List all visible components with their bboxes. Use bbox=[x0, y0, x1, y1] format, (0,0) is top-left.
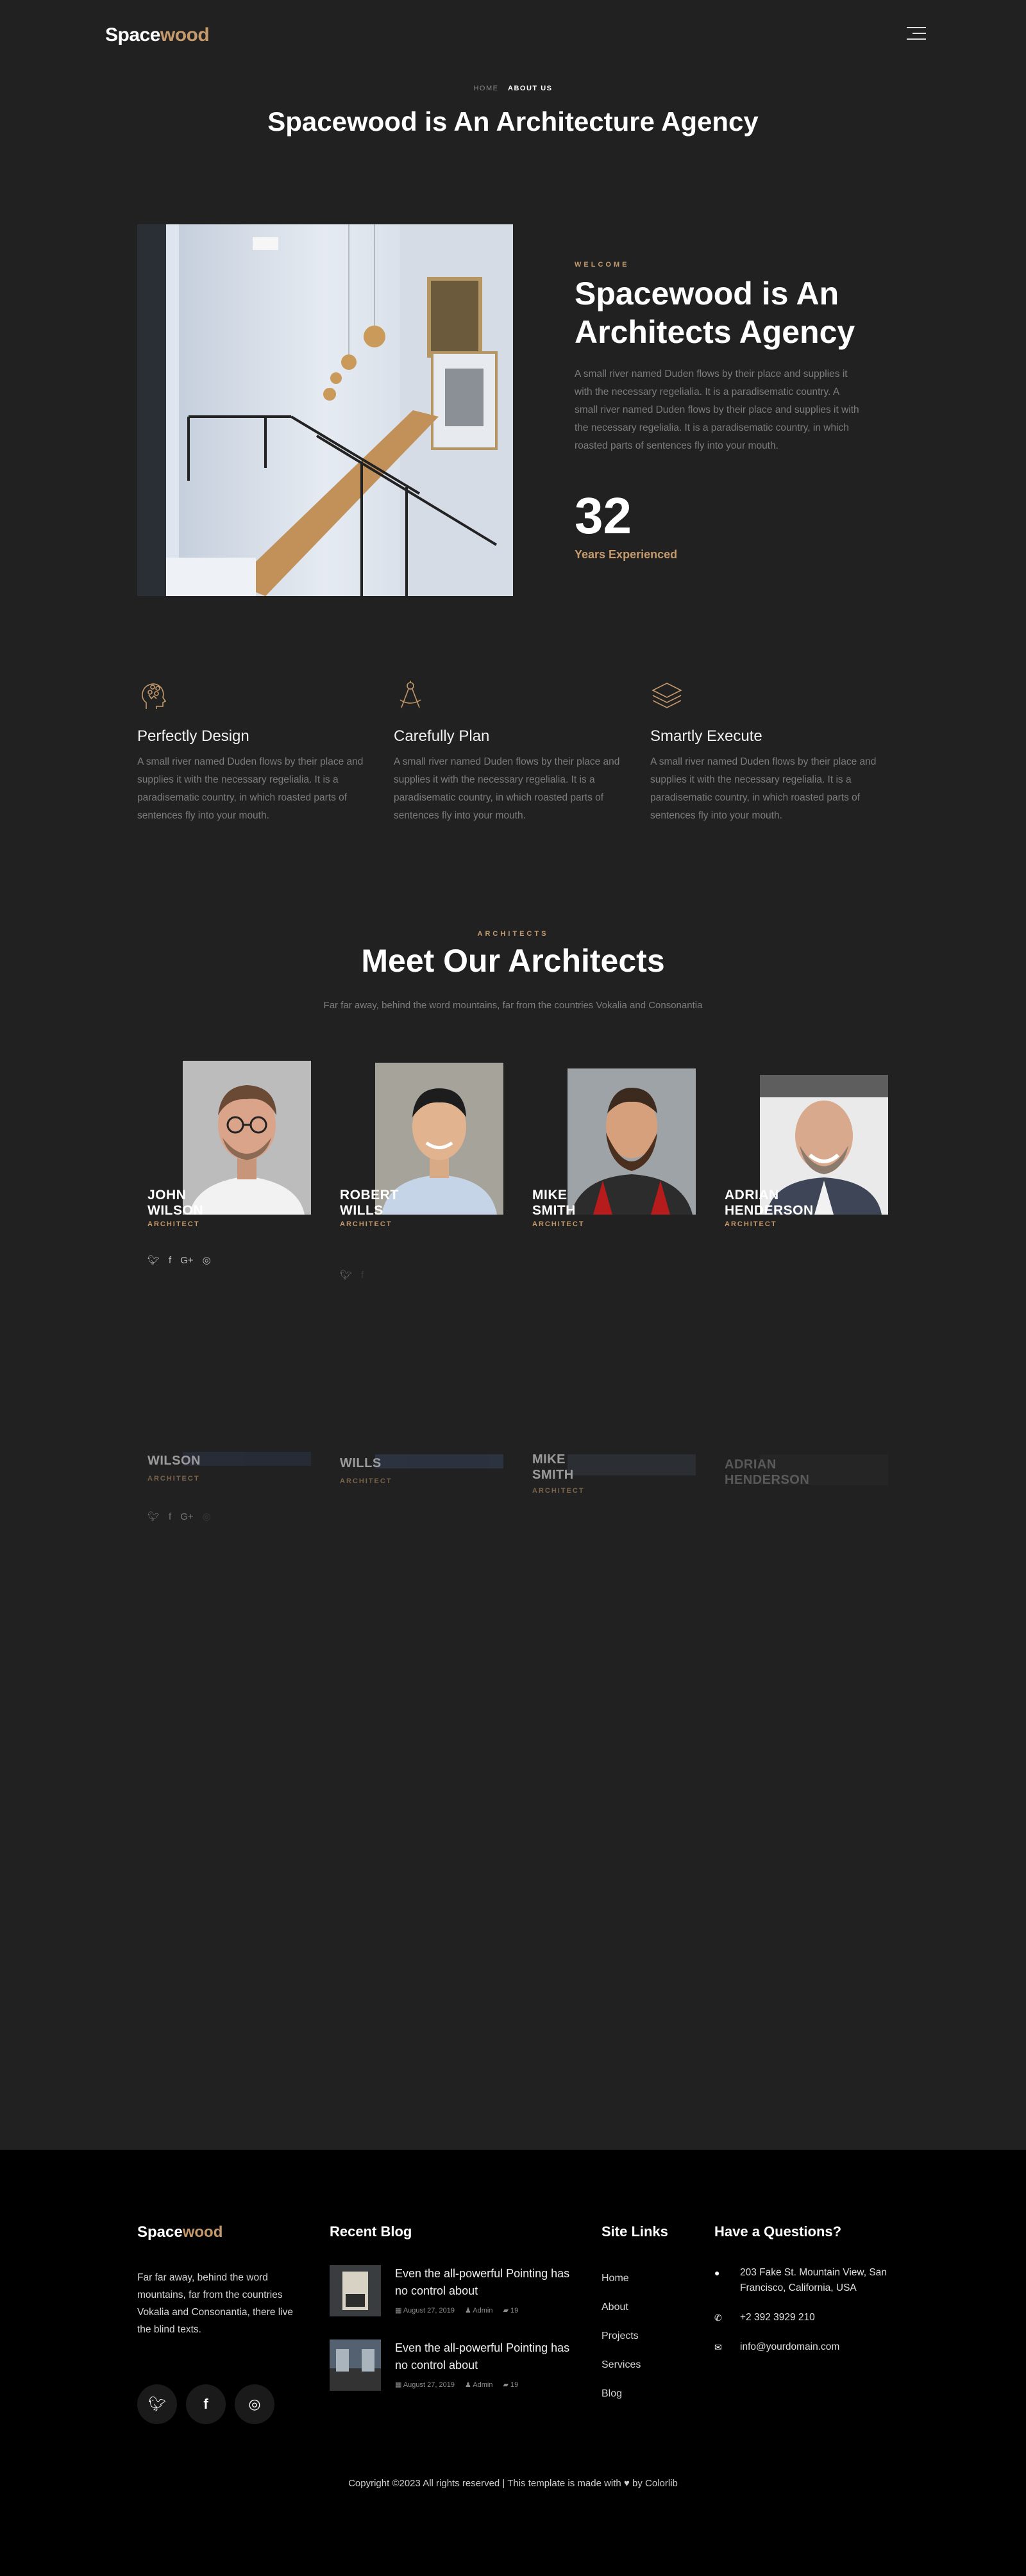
feature-title: Perfectly Design bbox=[137, 727, 249, 745]
architect-socials: 🐦︎ f bbox=[340, 1269, 364, 1281]
footer: Spacewood Far far away, behind the word … bbox=[0, 2150, 1026, 2576]
lightbulb-head-icon bbox=[142, 683, 167, 709]
architect-role: ARCHITECT bbox=[532, 1220, 585, 1228]
architect-role: ARCHITECT bbox=[725, 1220, 777, 1228]
about-eyebrow: WELCOME bbox=[575, 261, 630, 269]
blog-thumbnail[interactable] bbox=[330, 2339, 381, 2391]
logo-accent: wood bbox=[160, 24, 210, 46]
envelope-icon: ✉ bbox=[714, 2342, 722, 2352]
architect-name: JOHN WILSON bbox=[147, 1188, 203, 1218]
architect-socials: 🐦︎ f G+ ◎ bbox=[147, 1254, 211, 1267]
google-plus-icon[interactable]: G+ bbox=[180, 1255, 193, 1266]
architects-title: Meet Our Architects bbox=[361, 943, 665, 979]
architect-photo bbox=[568, 1068, 696, 1215]
footer-link-blog[interactable]: Blog bbox=[601, 2388, 641, 2417]
facebook-icon[interactable]: f bbox=[169, 1255, 171, 1266]
facebook-icon[interactable]: f bbox=[186, 2384, 226, 2424]
feature-title: Carefully Plan bbox=[394, 727, 490, 745]
architects-subtitle: Far far away, behind the word mountains,… bbox=[323, 1000, 703, 1011]
breadcrumb-home[interactable]: HOME bbox=[473, 85, 498, 92]
feature-plan: Carefully Plan A small river named Duden… bbox=[394, 679, 637, 825]
contact-phone[interactable]: ✆ +2 392 3929 210 bbox=[714, 2310, 894, 2325]
footer-link-services[interactable]: Services bbox=[601, 2359, 641, 2388]
user-icon: ♟ Admin bbox=[464, 2381, 493, 2389]
copyright: Copyright ©2023 All rights reserved | Th… bbox=[348, 2478, 678, 2489]
architect-role: ARCHITECT bbox=[340, 1220, 392, 1228]
site-links-list: Home About Projects Services Blog bbox=[601, 2273, 641, 2417]
hamburger-menu-icon[interactable] bbox=[907, 27, 926, 40]
page-title: Spacewood is An Architecture Agency bbox=[267, 106, 759, 137]
instagram-icon[interactable]: ◎ bbox=[235, 2384, 274, 2424]
blog-meta: ▦ August 27, 2019 ♟ Admin ▰ 19 bbox=[395, 2381, 573, 2389]
feature-design: Perfectly Design A small river named Dud… bbox=[137, 679, 381, 825]
architect-name: ADRIAN HENDERSON bbox=[725, 1188, 814, 1218]
heart-icon: ♥ bbox=[623, 2478, 630, 2489]
feature-text: A small river named Duden flows by their… bbox=[137, 756, 364, 821]
comment-icon: ▰ 19 bbox=[503, 2307, 519, 2314]
map-marker-icon: ● bbox=[714, 2268, 720, 2278]
blog-item[interactable]: Even the all-powerful Pointing has no co… bbox=[330, 2265, 573, 2316]
contact-block: ● 203 Fake St. Mountain View, San Franci… bbox=[714, 2265, 894, 2369]
site-logo[interactable]: Spacewood bbox=[105, 24, 210, 46]
contact-heading: Have a Questions? bbox=[714, 2223, 842, 2239]
facebook-icon[interactable]: f bbox=[361, 1270, 364, 1281]
feature-execute: Smartly Execute A small river named Dude… bbox=[650, 679, 894, 825]
architect-name: ROBERT WILLS bbox=[340, 1188, 399, 1218]
recent-blog-heading: Recent Blog bbox=[330, 2223, 412, 2239]
feature-title: Smartly Execute bbox=[650, 727, 762, 745]
footer-link-about[interactable]: About bbox=[601, 2302, 641, 2331]
footer-link-projects[interactable]: Projects bbox=[601, 2331, 641, 2359]
blog-item[interactable]: Even the all-powerful Pointing has no co… bbox=[330, 2339, 573, 2391]
architect-name: MIKE SMITH bbox=[532, 1188, 576, 1218]
architect-role: ARCHITECT bbox=[147, 1220, 200, 1228]
architects-ghost-row: WILSON ARCHITECT 🐦︎ f G+ ◎ WILLS ARCHITECT … bbox=[0, 1452, 1026, 1548]
logo-main: Space bbox=[105, 24, 160, 46]
feature-text: A small river named Duden flows by their… bbox=[650, 756, 877, 821]
years-number: 32 bbox=[575, 487, 632, 544]
footer-logo[interactable]: Spacewood bbox=[137, 2223, 223, 2241]
breadcrumb: HOME ABOUT US bbox=[0, 85, 1026, 92]
twitter-icon[interactable]: 🐦︎ bbox=[137, 2384, 177, 2424]
blog-title[interactable]: Even the all-powerful Pointing has no co… bbox=[395, 2339, 573, 2374]
compass-drafting-icon bbox=[399, 681, 421, 708]
blog-title[interactable]: Even the all-powerful Pointing has no co… bbox=[395, 2265, 573, 2300]
blog-thumbnail[interactable] bbox=[330, 2265, 381, 2316]
breadcrumb-current: ABOUT US bbox=[508, 85, 553, 92]
instagram-icon[interactable]: ◎ bbox=[203, 1254, 211, 1266]
calendar-icon: ▦ August 27, 2019 bbox=[395, 2381, 455, 2389]
architects-eyebrow: ARCHITECTS bbox=[477, 930, 549, 938]
site-links-heading: Site Links bbox=[601, 2223, 668, 2239]
user-icon: ♟ Admin bbox=[464, 2307, 493, 2314]
staircase-photo bbox=[137, 224, 513, 596]
years-label: Years Experienced bbox=[575, 548, 678, 561]
twitter-icon[interactable]: 🐦︎ bbox=[340, 1269, 352, 1281]
feature-text: A small river named Duden flows by their… bbox=[394, 756, 620, 821]
phone-icon: ✆ bbox=[714, 2313, 722, 2323]
footer-socials: 🐦︎ f ◎ bbox=[137, 2384, 274, 2424]
footer-link-home[interactable]: Home bbox=[601, 2273, 641, 2302]
about-title: Spacewood is An Architects Agency bbox=[575, 276, 855, 350]
contact-address: ● 203 Fake St. Mountain View, San Franci… bbox=[714, 2265, 894, 2296]
calendar-icon: ▦ August 27, 2019 bbox=[395, 2307, 455, 2314]
contact-email[interactable]: ✉ info@yourdomain.com bbox=[714, 2339, 894, 2355]
footer-about-text: Far far away, behind the word mountains,… bbox=[137, 2272, 293, 2335]
about-text: A small river named Duden flows by their… bbox=[575, 369, 859, 451]
blog-meta: ▦ August 27, 2019 ♟ Admin ▰ 19 bbox=[395, 2306, 573, 2314]
twitter-icon[interactable]: 🐦︎ bbox=[147, 1254, 160, 1266]
layers-icon bbox=[652, 683, 682, 708]
comment-icon: ▰ 19 bbox=[503, 2381, 519, 2389]
